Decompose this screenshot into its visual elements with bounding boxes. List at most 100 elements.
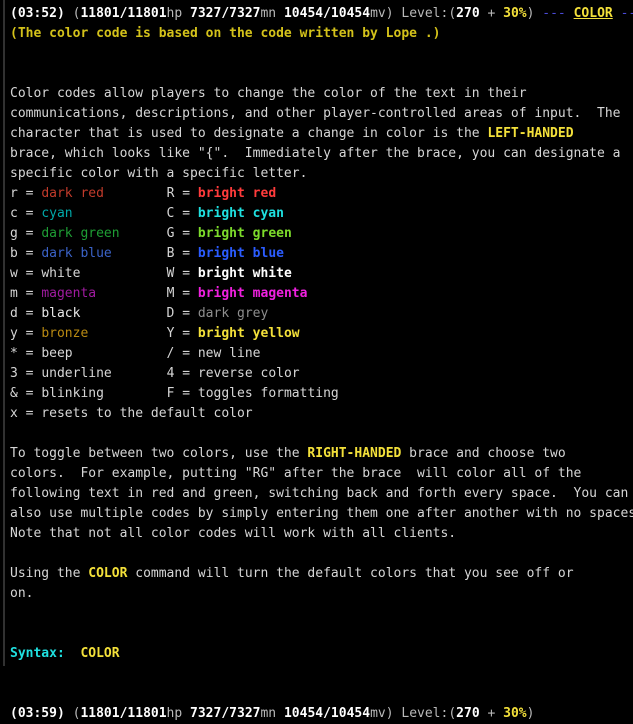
code-letter-left: d bbox=[10, 306, 18, 321]
code-equals-left: = bbox=[17, 266, 42, 281]
command-line-2: on. bbox=[10, 586, 34, 601]
right-handed-highlight: RIGHT-HANDED bbox=[307, 446, 402, 461]
color-name-left: cyan bbox=[41, 206, 73, 221]
status-space-7 bbox=[613, 6, 621, 21]
level-percent-bottom: 30% bbox=[503, 706, 527, 721]
color-name-left: black bbox=[41, 306, 81, 321]
column-gap bbox=[104, 186, 167, 201]
color-code-row: c = cyan C = bright cyan bbox=[10, 204, 633, 224]
move-value-bottom: 10454/10454 bbox=[283, 706, 371, 721]
color-name-left: underline bbox=[41, 366, 112, 381]
toggle-line-1-suffix: brace and choose two bbox=[401, 446, 566, 461]
terminal-screen: (03:52) (11801/11801hp 7327/7327mn 10454… bbox=[0, 2, 633, 724]
mana-label: mn bbox=[260, 6, 277, 21]
mana-value: 7327/7327 bbox=[190, 6, 261, 21]
color-name-right: bright magenta bbox=[197, 286, 308, 301]
level-label: Level:( bbox=[401, 6, 457, 21]
code-equals-right: = bbox=[174, 366, 198, 381]
code-equals-left: = bbox=[17, 346, 42, 361]
column-gap bbox=[96, 286, 166, 301]
column-gap bbox=[112, 246, 167, 261]
toggle-line-2: colors. For example, putting "RG" after … bbox=[10, 466, 582, 481]
color-code-row: & = blinking F = toggles formatting bbox=[10, 384, 633, 404]
code-equals-right: = bbox=[174, 326, 198, 341]
intro-line-4: brace, which looks like "{". Immediately… bbox=[10, 146, 621, 161]
code-equals-left: = bbox=[17, 186, 42, 201]
stats-close-paren-bottom: ) bbox=[385, 706, 394, 721]
level-percent: 30% bbox=[503, 6, 527, 21]
color-name-right: new line bbox=[197, 346, 261, 361]
color-name-right: toggles formatting bbox=[197, 386, 339, 401]
color-name-left: magenta bbox=[41, 286, 97, 301]
move-value: 10454/10454 bbox=[283, 6, 371, 21]
stats-close-paren: ) bbox=[385, 6, 394, 21]
status-bottom-space-2 bbox=[182, 706, 190, 721]
help-topic-title: COLOR bbox=[573, 6, 613, 21]
code-letter-left: b bbox=[10, 246, 18, 261]
color-code-row: d = black D = dark grey bbox=[10, 304, 633, 324]
status-bottom-space-3 bbox=[276, 706, 284, 721]
color-code-row: m = magenta M = bright magenta bbox=[10, 284, 633, 304]
status-time: (03:52) bbox=[10, 6, 65, 21]
color-name-left: dark green bbox=[41, 226, 120, 241]
column-gap bbox=[80, 266, 166, 281]
code-equals-left: = bbox=[17, 306, 42, 321]
level-value-bottom: 270 bbox=[456, 706, 480, 721]
column-gap bbox=[112, 366, 167, 381]
dash-separator-right: --- bbox=[620, 6, 633, 21]
syntax-label: Syntax: bbox=[10, 646, 65, 661]
color-name-right: reverse color bbox=[197, 366, 300, 381]
left-handed-highlight: LEFT-HANDED bbox=[487, 126, 574, 141]
status-prompt-bottom: (03:59) (11801/11801hp 7327/7327mn 10454… bbox=[10, 704, 633, 724]
code-letter-left: y bbox=[10, 326, 18, 341]
code-letter-left: r bbox=[10, 186, 18, 201]
syntax-spacer bbox=[65, 646, 81, 661]
stats-open-paren-bottom: ( bbox=[72, 706, 81, 721]
status-bottom-space-1 bbox=[65, 706, 73, 721]
syntax-line: Syntax: COLOR bbox=[10, 644, 633, 664]
level-plus-bottom: + bbox=[479, 706, 504, 721]
code-letter-left: m bbox=[10, 286, 18, 301]
command-line-1-prefix: Using the bbox=[10, 566, 89, 581]
toggle-line-1: To toggle between two colors, use the RI… bbox=[10, 444, 633, 464]
intro-line-5: specific color with a specific letter. bbox=[10, 166, 308, 181]
color-code-row: y = bronze Y = bright yellow bbox=[10, 324, 633, 344]
color-name-right: bright cyan bbox=[197, 206, 284, 221]
status-space-3 bbox=[276, 6, 284, 21]
toggle-line-4: also use multiple codes by simply enteri… bbox=[10, 506, 633, 521]
mud-terminal-window[interactable]: (03:52) (11801/11801hp 7327/7327mn 10454… bbox=[0, 0, 633, 721]
intro-line-2: communications, descriptions, and other … bbox=[10, 106, 621, 121]
code-equals-right: = bbox=[174, 386, 198, 401]
toggle-line-5: Note that not all color codes will work … bbox=[10, 526, 457, 541]
color-name-left: bronze bbox=[41, 326, 89, 341]
color-code-table: r = dark red R = bright red c = cyan C = … bbox=[10, 184, 633, 404]
column-gap bbox=[88, 326, 166, 341]
status-time-bottom: (03:59) bbox=[10, 706, 65, 721]
status-prompt-top: (03:52) (11801/11801hp 7327/7327mn 10454… bbox=[10, 4, 633, 24]
code-equals-left: = bbox=[17, 226, 42, 241]
color-command-highlight: COLOR bbox=[88, 566, 128, 581]
code-equals-left: = bbox=[17, 206, 42, 221]
code-equals-left: = bbox=[17, 286, 42, 301]
color-name-left: dark blue bbox=[41, 246, 112, 261]
reset-code-row: x = resets to the default color bbox=[10, 406, 253, 421]
mana-value-bottom: 7327/7327 bbox=[190, 706, 261, 721]
status-space-2 bbox=[182, 6, 190, 21]
intro-line-3-text: character that is used to designate a ch… bbox=[10, 126, 488, 141]
color-code-row: r = dark red R = bright red bbox=[10, 184, 633, 204]
code-letter-left: * bbox=[10, 346, 18, 361]
column-gap bbox=[80, 306, 166, 321]
color-name-right: bright yellow bbox=[197, 326, 300, 341]
code-equals-right: = bbox=[174, 246, 198, 261]
intro-line-1: Color codes allow players to change the … bbox=[10, 86, 527, 101]
code-letter-left: 3 bbox=[10, 366, 18, 381]
status-bottom-space-4 bbox=[394, 706, 402, 721]
column-gap bbox=[104, 386, 167, 401]
